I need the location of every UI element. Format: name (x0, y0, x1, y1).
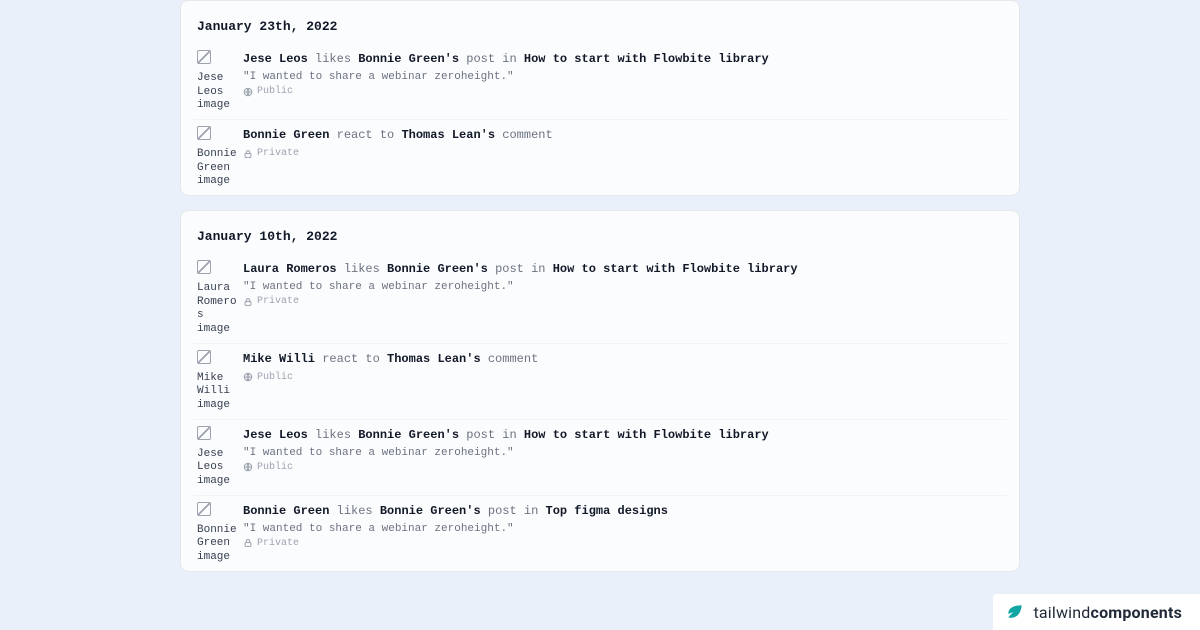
activity-item[interactable]: Laura Romeros image Laura Romeros likes B… (193, 254, 1007, 343)
avatar-alt-text: Mike Willi image (197, 372, 237, 413)
activity-body: Bonnie Green react to Thomas Lean's comm… (237, 126, 1003, 163)
activity-line: Bonnie Green likes Bonnie Green's post i… (243, 502, 1003, 521)
activity-item[interactable]: Jese Leos image Jese Leos likes Bonnie Gr… (193, 44, 1007, 119)
activity-item[interactable]: Mike Willi image Mike Willi react to Thom… (193, 343, 1007, 419)
actor-name[interactable]: Mike Willi (243, 352, 315, 366)
target-type: post in (488, 504, 538, 518)
leaf-icon (1005, 602, 1025, 622)
target-owner[interactable]: Thomas Lean's (387, 352, 481, 366)
visibility-label: Public (257, 462, 293, 473)
actor-name[interactable]: Jese Leos (243, 428, 308, 442)
group-date: January 23th, 2022 (193, 13, 1007, 44)
avatar[interactable]: Mike Willi image (197, 350, 237, 413)
activity-body: Mike Willi react to Thomas Lean's commen… (237, 350, 1003, 387)
activity-line: Laura Romeros likes Bonnie Green's post … (243, 260, 1003, 279)
target-title[interactable]: How to start with Flowbite library (524, 428, 769, 442)
actor-name[interactable]: Bonnie Green (243, 128, 329, 142)
avatar-alt-text: Jese Leos image (197, 72, 237, 113)
globe-icon (243, 87, 253, 97)
avatar[interactable]: Jese Leos image (197, 50, 237, 113)
visibility-badge: Public (243, 372, 293, 383)
broken-image-icon (197, 50, 211, 64)
quote-text: "I wanted to share a webinar zeroheight.… (243, 71, 1003, 83)
visibility-badge: Public (243, 462, 293, 473)
avatar[interactable]: Bonnie Green image (197, 502, 237, 565)
avatar[interactable]: Laura Romeros image (197, 260, 237, 337)
activity-item[interactable]: Bonnie Green image Bonnie Green react to … (193, 119, 1007, 195)
target-type: post in (466, 52, 516, 66)
avatar-alt-text: Jese Leos image (197, 448, 237, 489)
quote-text: "I wanted to share a webinar zeroheight.… (243, 447, 1003, 459)
activity-body: Jese Leos likes Bonnie Green's post in H… (237, 50, 1003, 101)
avatar[interactable]: Jese Leos image (197, 426, 237, 489)
globe-icon (243, 462, 253, 472)
target-title[interactable]: How to start with Flowbite library (553, 262, 798, 276)
target-owner[interactable]: Bonnie Green's (358, 428, 459, 442)
avatar-alt-text: Bonnie Green image (197, 524, 237, 565)
avatar[interactable]: Bonnie Green image (197, 126, 237, 189)
activity-body: Jese Leos likes Bonnie Green's post in H… (237, 426, 1003, 477)
lock-icon (243, 297, 253, 307)
quote-text: "I wanted to share a webinar zeroheight.… (243, 523, 1003, 535)
activity-item[interactable]: Bonnie Green image Bonnie Green likes Bon… (193, 495, 1007, 571)
activity-line: Bonnie Green react to Thomas Lean's comm… (243, 126, 1003, 145)
visibility-label: Private (257, 296, 299, 307)
actor-name[interactable]: Laura Romeros (243, 262, 337, 276)
broken-image-icon (197, 502, 211, 516)
broken-image-icon (197, 350, 211, 364)
activity-line: Jese Leos likes Bonnie Green's post in H… (243, 426, 1003, 445)
activity-item[interactable]: Jese Leos image Jese Leos likes Bonnie Gr… (193, 419, 1007, 495)
lock-icon (243, 149, 253, 159)
activity-body: Bonnie Green likes Bonnie Green's post i… (237, 502, 1003, 553)
target-title[interactable]: How to start with Flowbite library (524, 52, 769, 66)
visibility-badge: Public (243, 86, 293, 97)
target-type: post in (466, 428, 516, 442)
verb-text: react to (322, 352, 380, 366)
target-owner[interactable]: Thomas Lean's (401, 128, 495, 142)
target-owner[interactable]: Bonnie Green's (358, 52, 459, 66)
visibility-label: Public (257, 372, 293, 383)
verb-text: react to (337, 128, 395, 142)
brand-text: tailwindcomponents (1033, 603, 1182, 622)
broken-image-icon (197, 426, 211, 440)
quote-text: "I wanted to share a webinar zeroheight.… (243, 281, 1003, 293)
activity-body: Laura Romeros likes Bonnie Green's post … (237, 260, 1003, 311)
visibility-badge: Private (243, 148, 299, 159)
verb-text: likes (344, 262, 380, 276)
verb-text: likes (337, 504, 373, 518)
avatar-alt-text: Bonnie Green image (197, 148, 237, 189)
verb-text: likes (315, 428, 351, 442)
activity-group: January 10th, 2022Laura Romeros imageLau… (180, 210, 1020, 572)
broken-image-icon (197, 126, 211, 140)
lock-icon (243, 538, 253, 548)
target-type: comment (502, 128, 552, 142)
target-title[interactable]: Top figma designs (546, 504, 668, 518)
target-owner[interactable]: Bonnie Green's (387, 262, 488, 276)
brand-badge[interactable]: tailwindcomponents (993, 594, 1200, 630)
actor-name[interactable]: Jese Leos (243, 52, 308, 66)
visibility-badge: Private (243, 538, 299, 549)
activity-group: January 23th, 2022Jese Leos imageJese Le… (180, 0, 1020, 196)
avatar-alt-text: Laura Romeros image (197, 282, 237, 337)
activity-line: Mike Willi react to Thomas Lean's commen… (243, 350, 1003, 369)
group-date: January 10th, 2022 (193, 223, 1007, 254)
broken-image-icon (197, 260, 211, 274)
target-type: post in (495, 262, 545, 276)
actor-name[interactable]: Bonnie Green (243, 504, 329, 518)
visibility-label: Private (257, 148, 299, 159)
activity-line: Jese Leos likes Bonnie Green's post in H… (243, 50, 1003, 69)
globe-icon (243, 372, 253, 382)
visibility-badge: Private (243, 296, 299, 307)
verb-text: likes (315, 52, 351, 66)
target-type: comment (488, 352, 538, 366)
target-owner[interactable]: Bonnie Green's (380, 504, 481, 518)
visibility-label: Private (257, 538, 299, 549)
visibility-label: Public (257, 86, 293, 97)
